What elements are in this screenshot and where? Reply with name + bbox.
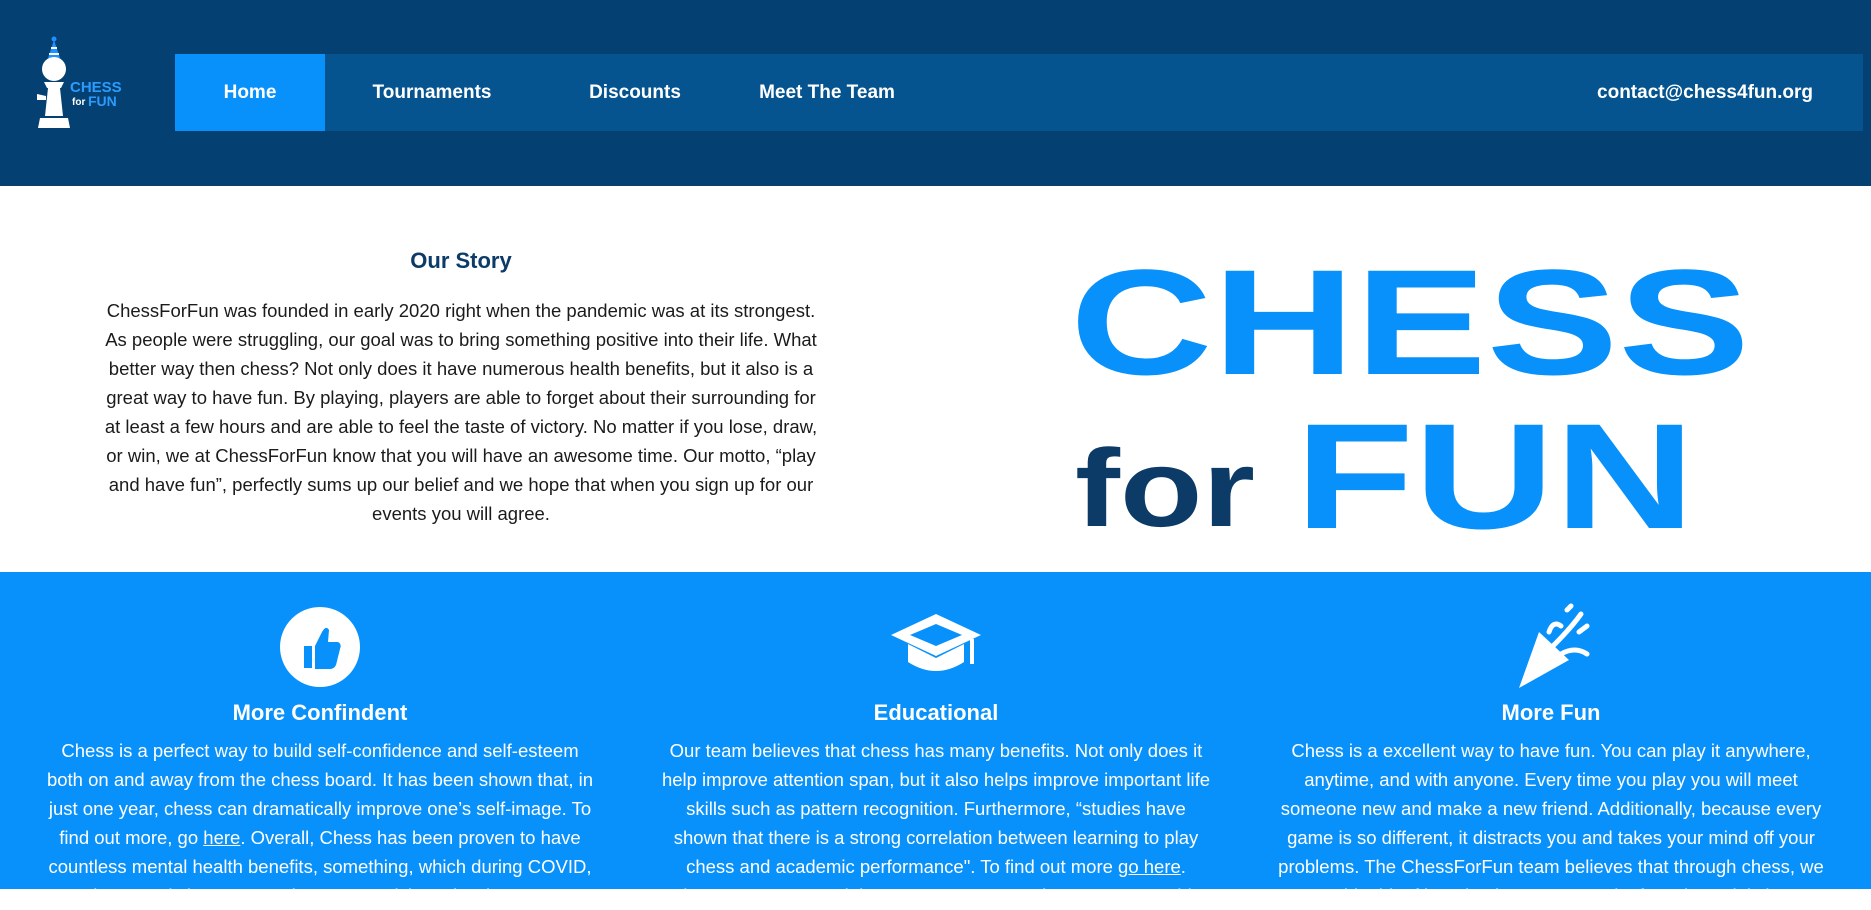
graduation-cap-icon [891, 614, 981, 671]
feature-text: Chess is a perfect way to build self-con… [46, 740, 594, 906]
nav-meet-the-team[interactable]: Meet The Team [731, 54, 923, 131]
thumbs-up-icon [280, 607, 360, 687]
chessforfun-logo[interactable]: CHESS for FUN [34, 36, 146, 140]
svg-text:for: for [1075, 427, 1255, 546]
feature-text: Our team believes that chess has many be… [661, 740, 1211, 906]
feature-title: More Confindent [232, 700, 408, 725]
more-info-link[interactable]: go here [1118, 856, 1181, 877]
main-nav: Home Tournaments Discounts Meet The Team… [175, 54, 1863, 131]
feature-text: Chess is a excellent way to have fun. Yo… [1278, 740, 1824, 906]
chess-for-fun-wordmark: CHESS for FUN [1070, 246, 1750, 546]
contact-email-link[interactable]: contact@chess4fun.org [1597, 54, 1813, 131]
our-story-section: Our Story ChessForFun was founded in ear… [0, 186, 1871, 572]
story-line: at least a few hours and are able to fee… [104, 416, 818, 437]
story-title: Our Story [410, 248, 512, 273]
svg-text:CHESS: CHESS [1070, 246, 1750, 406]
site-header: CHESS for FUN Home Tournaments Discounts… [0, 0, 1871, 186]
story-text: ChessForFun was founded in early 2020 ri… [90, 296, 832, 528]
party-popper-icon [1519, 603, 1590, 688]
story-line: and have fun”, perfectly sums up our bel… [108, 474, 814, 495]
story-line: ChessForFun was founded in early 2020 ri… [106, 300, 816, 321]
nav-discounts[interactable]: Discounts [539, 54, 731, 131]
story-line: better way then chess? Not only does it … [108, 358, 814, 379]
feature-title: More Fun [1501, 700, 1601, 725]
features-section: More Confindent Chess is a perfect way t… [0, 572, 1871, 906]
pawn-icon: CHESS for FUN [37, 36, 122, 128]
svg-text:for: for [72, 97, 85, 108]
nav-home[interactable]: Home [175, 54, 325, 131]
svg-text:FUN: FUN [1295, 392, 1695, 546]
more-info-link[interactable]: here [203, 827, 240, 848]
nav-tournaments[interactable]: Tournaments [325, 54, 539, 131]
story-line: events you will agree. [372, 503, 550, 524]
story-line: or win, we at ChessForFun know that you … [106, 445, 816, 466]
story-line: As people were struggling, our goal was … [105, 329, 817, 350]
story-line: great way to have fun. By playing, playe… [106, 387, 816, 408]
svg-text:FUN: FUN [88, 93, 117, 109]
feature-title: Educational [873, 700, 999, 725]
